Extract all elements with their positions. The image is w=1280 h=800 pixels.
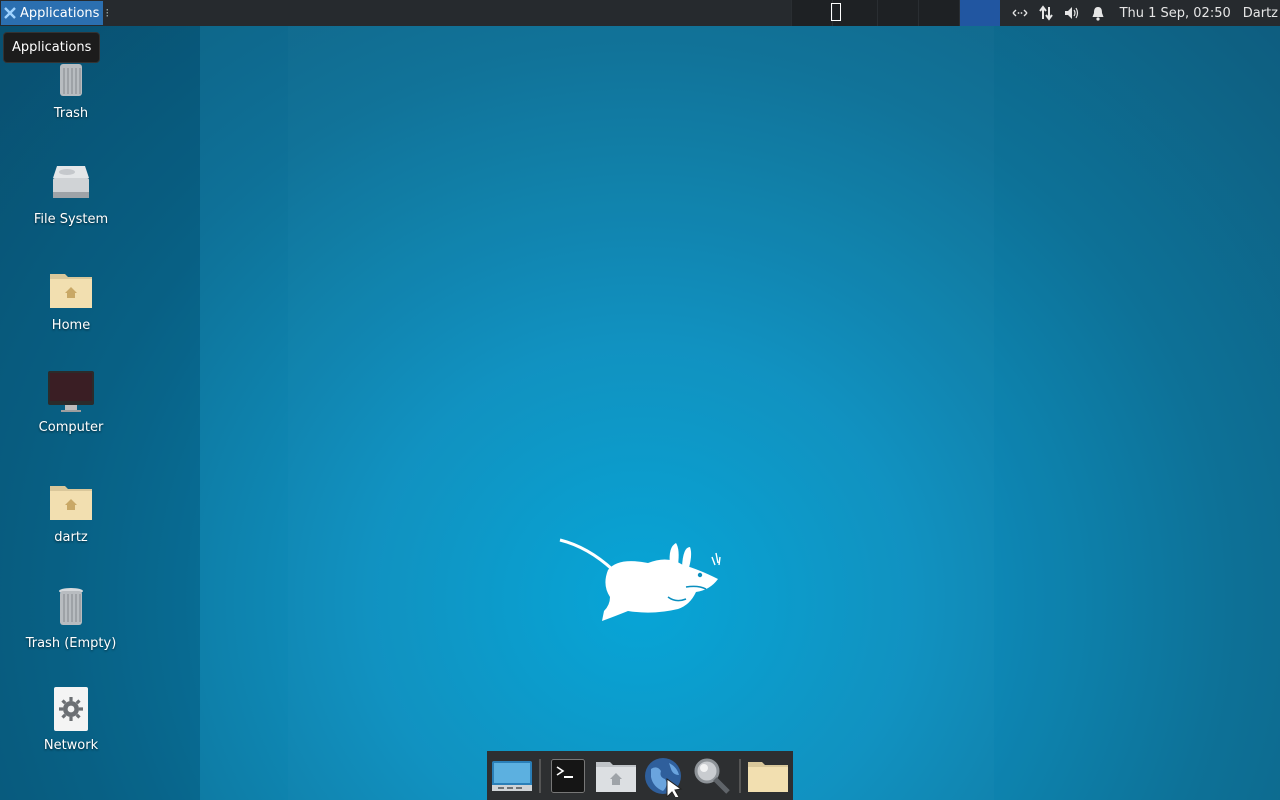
desktop-icon-dartz[interactable]: dartz [11, 478, 131, 545]
wallpaper [0, 0, 1280, 800]
xfce-mouse-logo [559, 538, 721, 621]
workspace-5[interactable] [958, 0, 1000, 26]
applications-label: Applications [20, 5, 100, 21]
home-folder-icon [50, 274, 92, 308]
desktop-icon-trash-empty[interactable]: Trash (Empty) [11, 584, 131, 651]
trash-icon [59, 588, 83, 625]
desktop-icon-label: Home [51, 318, 91, 333]
desktop-icon-file-system[interactable]: File System [11, 160, 131, 227]
dock-show-desktop[interactable] [491, 754, 533, 798]
top-panel: Applications ⁝ Thu 1 Sep, 02:50 Dartz [0, 0, 1280, 26]
workspace-1[interactable] [790, 0, 832, 26]
desktop-icon-label: Trash (Empty) [25, 636, 117, 651]
folder-icon [747, 761, 788, 792]
tooltip-text: Applications [12, 40, 92, 55]
desktop-icon-label: Trash [53, 106, 89, 121]
web-browser-icon [645, 757, 683, 797]
xfce-logo-icon [4, 7, 16, 19]
dock-folder[interactable] [747, 754, 789, 798]
network-gear-icon [54, 687, 88, 731]
terminal-icon [550, 758, 585, 793]
network-arrows-icon[interactable] [1012, 5, 1028, 21]
dock-web-browser[interactable] [643, 754, 685, 798]
show-desktop-icon [492, 760, 533, 791]
dock-search[interactable] [691, 754, 733, 798]
dock-separator [739, 758, 741, 793]
applications-menu-button[interactable]: Applications [1, 1, 104, 25]
desktop-icon-home[interactable]: Home [11, 266, 131, 333]
drive-icon [53, 166, 89, 198]
bell-icon[interactable] [1090, 5, 1106, 21]
dock-home-folder[interactable] [595, 754, 637, 798]
home-folder-icon [595, 761, 636, 792]
panel-handle-icon[interactable]: ⁝ [105, 6, 109, 20]
desktop-icon-label: Computer [38, 420, 104, 435]
desktop-icon-network[interactable]: Network [11, 686, 131, 753]
desktop-icon-label: dartz [54, 530, 88, 545]
home-folder-icon [50, 486, 92, 520]
dock-panel [487, 751, 793, 800]
workspace-2[interactable] [830, 0, 877, 26]
trash-icon [60, 64, 82, 96]
computer-icon [48, 371, 94, 412]
volume-icon[interactable] [1064, 5, 1080, 21]
dock-separator [539, 758, 541, 793]
window-thumbnail-icon [830, 3, 841, 21]
user-menu[interactable]: Dartz [1243, 6, 1280, 21]
workspace-3[interactable] [876, 0, 918, 26]
workspace-4[interactable] [917, 0, 959, 26]
clock[interactable]: Thu 1 Sep, 02:50 [1120, 6, 1231, 21]
search-icon [694, 758, 730, 794]
desktop-icon-computer[interactable]: Computer [11, 368, 131, 435]
desktop-icon-label: Network [43, 738, 99, 753]
updown-arrows-icon[interactable] [1038, 5, 1054, 21]
desktop-icon-label: File System [33, 212, 109, 227]
desktop-icon-trash[interactable]: Trash [11, 54, 131, 121]
workspace-switcher [790, 0, 1000, 26]
dock-terminal[interactable] [547, 754, 589, 798]
system-tray [1012, 5, 1106, 21]
